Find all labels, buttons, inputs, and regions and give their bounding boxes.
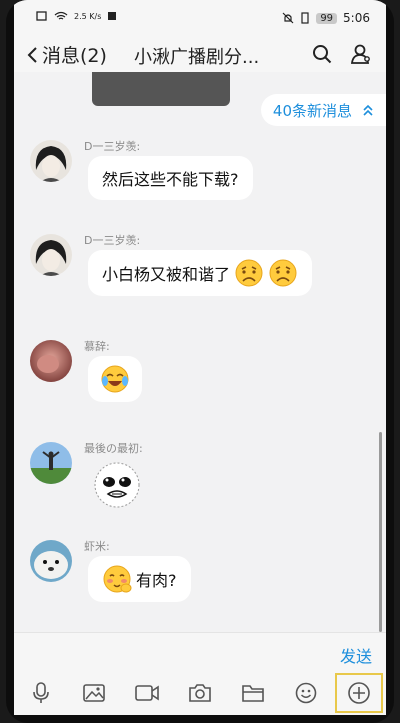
avatar[interactable]	[30, 540, 72, 582]
battery-indicator: 99	[316, 12, 338, 24]
avatar[interactable]	[30, 140, 72, 182]
search-icon[interactable]	[312, 44, 332, 64]
shy-face-icon	[102, 564, 132, 594]
chat-area[interactable]: 40条新消息 D一三岁羡: 然后这些不能下载? D一三岁羡: 小白杨又被和谐了 …	[14, 72, 386, 632]
message-text: 有肉?	[136, 571, 177, 590]
sim-icon	[36, 11, 48, 21]
sender-name: 虾米:	[84, 540, 110, 553]
message-bubble[interactable]: 有肉?	[88, 556, 191, 602]
status-bar: 2.5 K/s 99 5:06	[14, 0, 386, 38]
send-button[interactable]: 发送	[340, 643, 372, 667]
input-toolbar	[14, 671, 386, 715]
avatar[interactable]	[30, 234, 72, 276]
tears-of-joy-icon	[100, 364, 130, 394]
mute-icon	[282, 12, 294, 24]
page-title: 小湫广播剧分...	[134, 47, 260, 68]
chevron-left-icon	[26, 46, 38, 64]
double-chevron-up-icon	[362, 104, 374, 116]
video-icon[interactable]	[123, 673, 171, 713]
sad-face-icon	[268, 258, 298, 288]
sender-name: D一三岁羡:	[84, 234, 141, 247]
image-message-thumbnail[interactable]	[92, 72, 230, 106]
phone-frame: 2.5 K/s 99 5:06 消息(2) 小湫广播剧分... 40条新消息 D…	[6, 0, 394, 723]
notification-icon	[107, 11, 117, 21]
camera-icon[interactable]	[176, 673, 224, 713]
wifi-icon	[54, 11, 68, 21]
folder-icon[interactable]	[229, 673, 277, 713]
emoji-icon[interactable]	[282, 673, 330, 713]
sad-face-icon	[234, 258, 264, 288]
new-messages-label: 40条新消息	[272, 101, 352, 120]
message-input-bar[interactable]: 发送	[14, 632, 386, 671]
avatar[interactable]	[30, 442, 72, 484]
new-messages-button[interactable]: 40条新消息	[260, 94, 386, 126]
message-bubble[interactable]: 小白杨又被和谐了	[88, 250, 313, 296]
avatar[interactable]	[30, 340, 72, 382]
back-label: 消息(2)	[42, 45, 107, 67]
sticker-crying-face-icon	[92, 460, 142, 510]
sender-name: D一三岁羡:	[84, 140, 141, 153]
clock: 5:06	[343, 11, 370, 25]
group-profile-icon[interactable]	[350, 43, 372, 65]
plus-icon[interactable]	[335, 673, 384, 713]
message-bubble[interactable]: 然后这些不能下载?	[88, 156, 253, 200]
message-text: 小白杨又被和谐了	[102, 265, 231, 284]
network-speed: 2.5 K/s	[74, 11, 102, 21]
screen: 2.5 K/s 99 5:06 消息(2) 小湫广播剧分... 40条新消息 D…	[14, 0, 386, 715]
scrollbar[interactable]	[379, 432, 382, 632]
sticker-message[interactable]	[88, 458, 146, 512]
sender-name: 最後の最初:	[84, 442, 143, 455]
microphone-icon[interactable]	[17, 673, 65, 713]
vibrate-icon	[300, 12, 310, 24]
image-icon[interactable]	[70, 673, 118, 713]
message-text: 然后这些不能下载?	[102, 170, 239, 189]
chat-header: 消息(2) 小湫广播剧分...	[14, 38, 386, 72]
sender-name: 慕辞:	[84, 340, 110, 353]
message-bubble[interactable]	[88, 356, 142, 402]
back-button[interactable]: 消息(2)	[26, 41, 107, 68]
